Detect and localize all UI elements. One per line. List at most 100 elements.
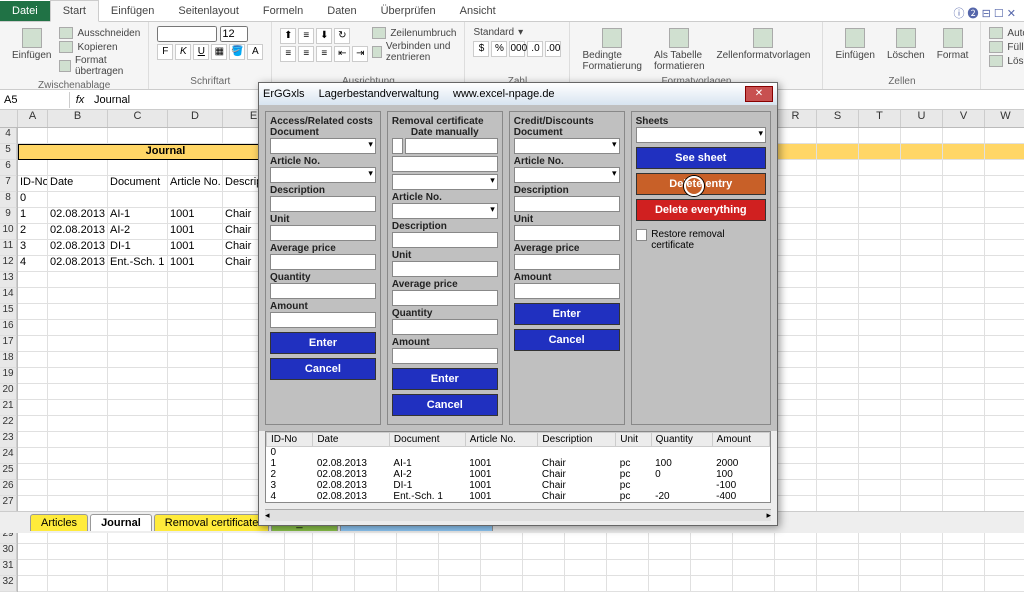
wrap-button[interactable]: Zeilenumbruch <box>372 26 456 40</box>
cell[interactable] <box>775 368 817 384</box>
file-tab[interactable]: Datei <box>0 1 50 21</box>
date-check[interactable] <box>392 138 403 154</box>
cell[interactable] <box>481 544 523 560</box>
tab-data[interactable]: Daten <box>315 1 368 21</box>
cell[interactable] <box>817 128 859 144</box>
cell[interactable] <box>775 128 817 144</box>
cell[interactable] <box>901 352 943 368</box>
cell[interactable] <box>108 480 168 496</box>
cell[interactable] <box>859 288 901 304</box>
align-left[interactable]: ≡ <box>280 46 296 62</box>
cell[interactable] <box>985 464 1024 480</box>
cell[interactable] <box>985 416 1024 432</box>
cell[interactable] <box>901 560 943 576</box>
row-head[interactable]: 5 <box>0 144 17 160</box>
cell[interactable] <box>733 576 775 592</box>
fill-color-button[interactable]: 🪣 <box>229 44 245 60</box>
cell-styles-button[interactable]: Zellenformatvorlagen <box>713 26 815 63</box>
cell[interactable] <box>48 272 108 288</box>
cell[interactable] <box>18 288 48 304</box>
cell[interactable] <box>523 576 565 592</box>
cell[interactable] <box>48 560 108 576</box>
cell[interactable] <box>943 320 985 336</box>
enter-button[interactable]: Enter <box>514 303 620 325</box>
cell[interactable] <box>313 576 355 592</box>
paste-button[interactable]: Einfügen <box>8 26 55 63</box>
row-head[interactable]: 24 <box>0 448 17 464</box>
cell[interactable] <box>108 272 168 288</box>
cell[interactable] <box>817 336 859 352</box>
cell[interactable] <box>48 352 108 368</box>
cell[interactable] <box>168 192 223 208</box>
cell[interactable] <box>943 416 985 432</box>
cell[interactable] <box>985 544 1024 560</box>
field-input[interactable] <box>514 225 620 241</box>
cell[interactable] <box>168 416 223 432</box>
cell[interactable] <box>817 448 859 464</box>
row-head[interactable]: 13 <box>0 272 17 288</box>
cell[interactable] <box>48 320 108 336</box>
cell[interactable] <box>775 208 817 224</box>
cell[interactable]: 02.08.2013 <box>48 208 108 224</box>
cell[interactable] <box>48 304 108 320</box>
border-button[interactable]: ▦ <box>211 44 227 60</box>
cell[interactable] <box>817 416 859 432</box>
cond-format-button[interactable]: Bedingte Formatierung <box>578 26 645 74</box>
cell[interactable] <box>901 384 943 400</box>
table-cell[interactable]: pc <box>616 469 651 480</box>
align-mid[interactable]: ≡ <box>298 28 314 44</box>
table-cell[interactable] <box>651 447 712 459</box>
cell[interactable] <box>48 384 108 400</box>
row-head[interactable]: 8 <box>0 192 17 208</box>
format-painter-button[interactable]: Format übertragen <box>59 54 140 78</box>
cell[interactable] <box>168 496 223 512</box>
cell[interactable] <box>733 560 775 576</box>
cell[interactable] <box>859 368 901 384</box>
cell[interactable] <box>775 560 817 576</box>
cell[interactable]: Article No. <box>168 176 223 192</box>
row-head[interactable]: 23 <box>0 432 17 448</box>
bold-button[interactable]: F <box>157 44 173 60</box>
cell[interactable] <box>775 352 817 368</box>
cell[interactable]: ID-No <box>18 176 48 192</box>
cell[interactable] <box>607 544 649 560</box>
tab-insert[interactable]: Einfügen <box>99 1 166 21</box>
cell[interactable] <box>168 560 223 576</box>
cell[interactable] <box>168 160 223 176</box>
cell[interactable] <box>943 192 985 208</box>
cell[interactable] <box>108 560 168 576</box>
delete-cells-button[interactable]: Löschen <box>883 26 929 63</box>
enter-button[interactable]: Enter <box>270 332 376 354</box>
cell[interactable] <box>48 336 108 352</box>
cell[interactable] <box>985 480 1024 496</box>
cell[interactable] <box>18 480 48 496</box>
tab-formulas[interactable]: Formeln <box>251 1 315 21</box>
cell[interactable] <box>859 352 901 368</box>
cell[interactable] <box>313 560 355 576</box>
align-center[interactable]: ≡ <box>298 46 314 62</box>
cell[interactable] <box>775 448 817 464</box>
restore-checkbox[interactable]: Restore removal certificate <box>636 229 766 251</box>
cell[interactable] <box>649 560 691 576</box>
field-input[interactable] <box>392 348 498 364</box>
col-head[interactable]: V <box>943 110 985 127</box>
cell[interactable] <box>817 304 859 320</box>
cell[interactable] <box>901 576 943 592</box>
cell[interactable] <box>775 144 817 160</box>
cell[interactable] <box>397 576 439 592</box>
sheets-select[interactable] <box>636 127 766 143</box>
cell[interactable] <box>985 128 1024 144</box>
cell[interactable] <box>859 144 901 160</box>
cell[interactable] <box>901 496 943 512</box>
row-head[interactable]: 14 <box>0 288 17 304</box>
tab-view[interactable]: Ansicht <box>448 1 508 21</box>
insert-cells-button[interactable]: Einfügen <box>831 26 878 63</box>
currency[interactable]: $ <box>473 41 489 57</box>
cell[interactable] <box>439 560 481 576</box>
indent-inc[interactable]: ⇥ <box>352 46 368 62</box>
cell[interactable]: AI-2 <box>108 224 168 240</box>
field-input[interactable] <box>270 312 376 328</box>
copy-button[interactable]: Kopieren <box>59 40 140 54</box>
cell[interactable] <box>859 544 901 560</box>
cell[interactable] <box>901 336 943 352</box>
